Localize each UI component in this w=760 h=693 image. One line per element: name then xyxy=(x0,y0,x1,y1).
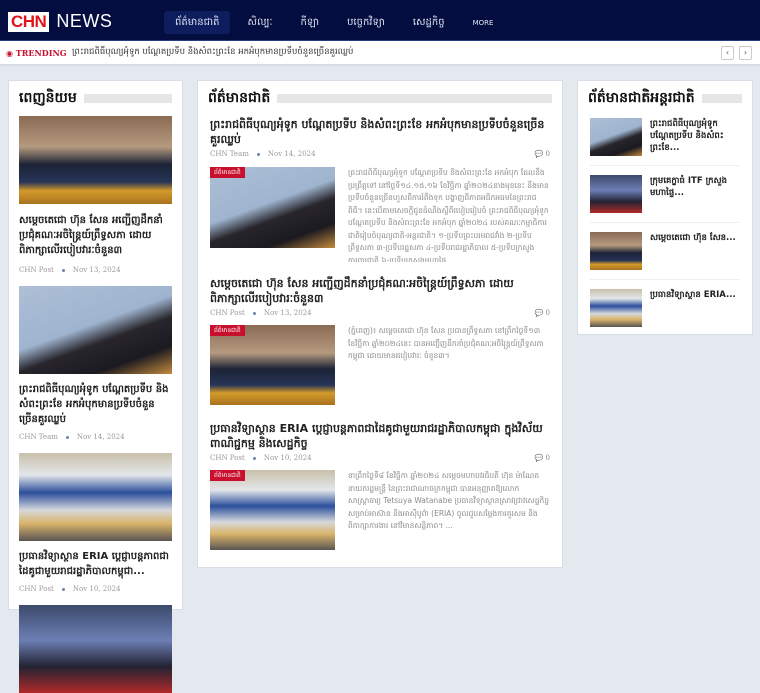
nav-economy[interactable]: សេដ្ឋកិច្ច xyxy=(402,11,456,34)
popular-title-3[interactable]: ប្រធានវិទ្យាស្ថាន ERIA ប្តេជ្ញាបន្តភាពជា… xyxy=(19,549,172,579)
author[interactable]: CHN Post xyxy=(210,454,245,462)
article-excerpt-3: នាព្រឹកថ្ងៃទី៨ ខែវិច្ឆិកា ឆ្នាំ២០២៤ សម្ត… xyxy=(348,471,550,530)
popular-image-1[interactable] xyxy=(19,116,172,204)
trending-bar: ◉ TRENDING ព្រះរាជពិធីបុណ្យអុំទូក បណ្តែត… xyxy=(0,41,760,66)
separator-dot xyxy=(65,435,69,439)
list-item[interactable]: ព្រះរាជពិធីបុណ្យអុំទូក បណ្តែតប្រទីប និងស… xyxy=(590,118,740,165)
thumbnail[interactable] xyxy=(590,232,642,270)
article-image-1[interactable]: ព័ត៌មានជាតិ xyxy=(210,167,335,248)
article-meta-3: CHN Post Nov 10, 2024 💬 0 xyxy=(210,454,550,462)
item-title[interactable]: ក្រុមគេក្ខាធំ ITF ក្រសួងមហាផ្ទៃ... xyxy=(650,175,740,213)
article-title-1[interactable]: ព្រះរាជពិធីបុណ្យអុំទូក បណ្តែតប្រទីប និងស… xyxy=(210,117,550,147)
main-nav: ព័ត៌មានជាតិ សិល្បៈ កីឡា បច្ចេកវិទ្យា សេដ… xyxy=(164,11,510,34)
comment-count[interactable]: 💬 0 xyxy=(535,454,550,462)
author[interactable]: CHN Team xyxy=(210,150,249,158)
separator-dot xyxy=(61,587,65,591)
logo-news: NEWS xyxy=(56,11,113,31)
trending-headline[interactable]: ព្រះរាជពិធីបុណ្យអុំទូក បណ្តែតប្រទីប និងស… xyxy=(72,47,353,59)
popular-title-2[interactable]: ព្រះរាជពិធីបុណ្យអុំទូក បណ្តែតប្រទីប និងស… xyxy=(19,382,172,427)
article-excerpt-1: ព្រះរាជពិធីបុណ្យអុំទូក បណ្តែតប្រទីប និងស… xyxy=(348,168,549,262)
nav-national[interactable]: ព័ត៌មានជាតិ xyxy=(164,11,231,34)
date: Nov 14, 2024 xyxy=(267,150,316,158)
article-title-2[interactable]: សម្តេចតេជោ ហ៊ុន សែន អញ្ជើញដឹកនាំប្រជុំគណ… xyxy=(210,276,550,306)
article-image-2[interactable]: ព័ត៌មានជាតិ xyxy=(210,325,335,405)
comment-count[interactable]: 💬 0 xyxy=(535,309,550,317)
date: Nov 13, 2024 xyxy=(72,266,121,274)
popular-title-1[interactable]: សម្តេចតេជោ ហ៊ុន សែន អញ្ជើញដឹកនាំប្រជុំគណ… xyxy=(19,213,172,258)
site-logo[interactable]: CHN NEWS xyxy=(8,11,112,32)
article-excerpt-2: (ភ្នំពេញ)៖ សម្តេចតេជោ ហ៊ុន សែន ប្រធានព្រ… xyxy=(348,326,544,360)
separator-dot xyxy=(252,456,256,460)
popular-image-4[interactable] xyxy=(19,605,172,693)
logo-chn: CHN xyxy=(8,11,50,32)
nav-more[interactable]: MORE xyxy=(462,15,505,31)
list-item[interactable]: ប្រធានវិទ្យាស្ថាន ERIA... xyxy=(590,280,740,336)
trending-label-text: TRENDING xyxy=(15,48,67,58)
popular-title: ពេញនិយម xyxy=(19,89,77,106)
date: Nov 14, 2024 xyxy=(76,433,125,441)
thumbnail[interactable] xyxy=(590,289,642,327)
separator-dot xyxy=(61,268,65,272)
nav-sports[interactable]: កីឡា xyxy=(290,11,331,34)
comment-count[interactable]: 💬 0 xyxy=(535,150,550,158)
date: Nov 13, 2024 xyxy=(263,309,312,317)
international-title: ព័ត៌មានជាតិអន្តរជាតិ xyxy=(588,89,695,106)
date: Nov 10, 2024 xyxy=(72,585,121,593)
popular-image-2[interactable] xyxy=(19,286,172,374)
category-tag[interactable]: ព័ត៌មានជាតិ xyxy=(210,167,245,178)
list-item[interactable]: សម្តេចតេជោ ហ៊ុន សែន... xyxy=(590,223,740,279)
author[interactable]: CHN Post xyxy=(19,585,54,593)
category-tag[interactable]: ព័ត៌មានជាតិ xyxy=(210,470,245,481)
author[interactable]: CHN Post xyxy=(19,266,54,274)
separator-dot xyxy=(256,152,260,156)
header-divider xyxy=(83,93,172,103)
separator-dot xyxy=(252,311,256,315)
article-meta-1: CHN Team Nov 14, 2024 💬 0 xyxy=(210,150,550,158)
trending-next-button[interactable]: › xyxy=(739,46,752,60)
popular-meta-2: CHN Team Nov 14, 2024 xyxy=(19,433,172,441)
national-title: ព័ត៌មានជាតិ xyxy=(208,89,271,106)
popular-meta-1: CHN Post Nov 13, 2024 xyxy=(19,266,172,274)
national-panel: ព័ត៌មានជាតិ ព្រះរាជពិធីបុណ្យអុំទូក បណ្តែ… xyxy=(197,80,563,568)
thumbnail[interactable] xyxy=(590,175,642,213)
header-divider xyxy=(701,93,742,103)
author[interactable]: CHN Team xyxy=(19,433,58,441)
popular-panel: ពេញនិយម សម្តេចតេជោ ហ៊ុន សែន អញ្ជើញដឹកនាំ… xyxy=(8,80,183,693)
article-meta-2: CHN Post Nov 13, 2024 💬 0 xyxy=(210,309,550,317)
comment-number: 0 xyxy=(545,454,550,462)
site-header: CHN NEWS ព័ត៌មានជាតិ សិល្បៈ កីឡា បច្ចេកវ… xyxy=(0,0,760,41)
category-tag[interactable]: ព័ត៌មានជាតិ xyxy=(210,325,245,336)
nav-technology[interactable]: បច្ចេកវិទ្យា xyxy=(336,11,396,34)
international-header: ព័ត៌មានជាតិអន្តរជាតិ xyxy=(578,83,752,113)
national-header: ព័ត៌មានជាតិ xyxy=(198,83,562,113)
popular-image-3[interactable] xyxy=(19,453,172,541)
trending-prev-button[interactable]: ‹ xyxy=(721,46,734,60)
item-title[interactable]: សម្តេចតេជោ ហ៊ុន សែន... xyxy=(650,232,736,270)
popular-meta-3: CHN Post Nov 10, 2024 xyxy=(19,585,172,593)
comment-number: 0 xyxy=(545,309,550,317)
item-title[interactable]: ព្រះរាជពិធីបុណ្យអុំទូក បណ្តែតប្រទីប និងស… xyxy=(650,118,740,156)
date: Nov 10, 2024 xyxy=(263,454,312,462)
comment-number: 0 xyxy=(545,150,550,158)
trending-label: ◉ TRENDING xyxy=(6,48,67,58)
article-title-3[interactable]: ប្រធានវិទ្យាស្ថាន ERIA ប្តេជ្ញាបន្តភាពជា… xyxy=(210,421,550,451)
header-divider xyxy=(277,93,552,103)
thumbnail[interactable] xyxy=(590,118,642,156)
popular-header: ពេញនិយម xyxy=(9,83,182,113)
nav-arts[interactable]: សិល្បៈ xyxy=(236,11,283,34)
article-image-3[interactable]: ព័ត៌មានជាតិ xyxy=(210,470,335,550)
author[interactable]: CHN Post xyxy=(210,309,245,317)
item-title[interactable]: ប្រធានវិទ្យាស្ថាន ERIA... xyxy=(650,289,736,327)
list-item[interactable]: ក្រុមគេក្ខាធំ ITF ក្រសួងមហាផ្ទៃ... xyxy=(590,166,740,222)
international-panel: ព័ត៌មានជាតិអន្តរជាតិ ព្រះរាជពិធីបុណ្យអុំ… xyxy=(577,80,753,335)
